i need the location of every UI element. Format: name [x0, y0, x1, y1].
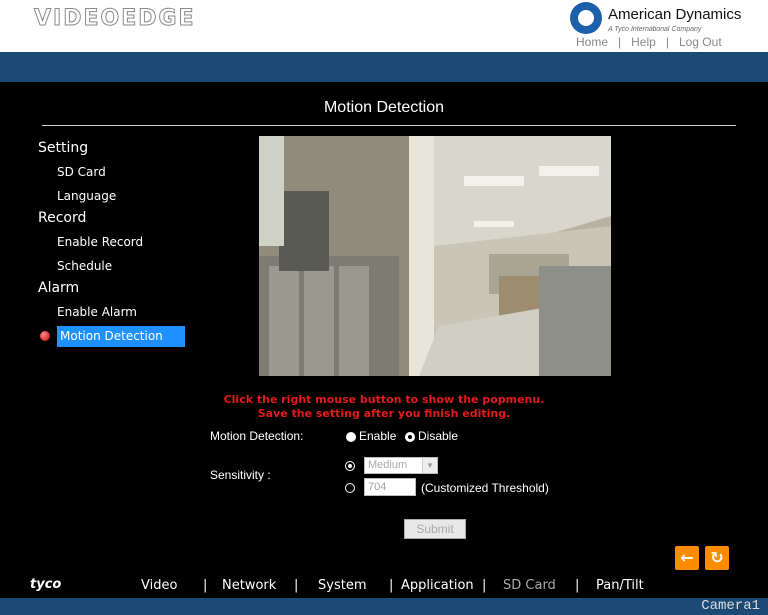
- threshold-input[interactable]: 704: [364, 478, 416, 496]
- sidebar-item-motion-detection[interactable]: Motion Detection: [57, 326, 185, 347]
- brand-subtitle: A Tyco International Company: [608, 26, 702, 33]
- enable-radio[interactable]: [346, 432, 356, 442]
- disable-radio[interactable]: [405, 432, 415, 442]
- bottom-nav: Video | Network | System | Application |…: [0, 578, 768, 598]
- status-bar: Camera1: [0, 598, 768, 615]
- logout-link[interactable]: Log Out: [679, 35, 722, 49]
- back-arrow-icon[interactable]: ←: [675, 546, 699, 570]
- videoedge-logo: VIDEOEDGE: [34, 6, 196, 32]
- sensitivity-select-value: Medium: [368, 459, 408, 471]
- submit-button[interactable]: Submit: [404, 519, 466, 539]
- sidebar-item-schedule[interactable]: Schedule: [57, 259, 112, 273]
- sidebar-heading-setting: Setting: [38, 140, 89, 156]
- nav-separator: |: [294, 578, 299, 593]
- sidebar-heading-alarm: Alarm: [38, 280, 80, 296]
- nav-pan-tilt[interactable]: Pan/Tilt: [596, 578, 644, 593]
- sensitivity-custom-radio[interactable]: [345, 483, 355, 493]
- nav-separator: |: [575, 578, 580, 593]
- page-title: Motion Detection: [323, 99, 445, 116]
- american-dynamics-logo-icon: [570, 2, 602, 34]
- nav-system[interactable]: System: [318, 578, 366, 593]
- sidebar-heading-record: Record: [38, 210, 87, 226]
- header: VIDEOEDGE American Dynamics A Tyco Inter…: [0, 0, 768, 52]
- nav-separator: |: [482, 578, 487, 593]
- sidebar-item-sd-card[interactable]: SD Card: [57, 165, 106, 179]
- nav-video[interactable]: Video: [141, 578, 177, 593]
- sidebar-item-language[interactable]: Language: [57, 189, 116, 203]
- enable-label: Enable: [359, 429, 397, 443]
- home-link[interactable]: Home: [576, 35, 608, 49]
- hint-line-1: Click the right mouse button to show the…: [223, 393, 545, 406]
- brand-name: American Dynamics: [608, 6, 742, 23]
- link-separator: |: [618, 35, 622, 49]
- camera-video-feed[interactable]: [259, 136, 611, 376]
- title-divider: [42, 125, 736, 126]
- disable-label: Disable: [418, 429, 459, 443]
- sensitivity-preset-radio[interactable]: [345, 461, 355, 471]
- motion-detection-label: Motion Detection:: [210, 429, 304, 443]
- nav-application[interactable]: Application: [401, 578, 474, 593]
- active-indicator-icon: [40, 331, 50, 341]
- sidebar-item-enable-record[interactable]: Enable Record: [57, 235, 143, 249]
- nav-network[interactable]: Network: [222, 578, 276, 593]
- brand-block: American Dynamics A Tyco International C…: [570, 2, 766, 34]
- sensitivity-select[interactable]: Medium ▼: [364, 457, 438, 474]
- chevron-down-icon: ▼: [422, 458, 437, 473]
- nav-sd-card[interactable]: SD Card: [503, 578, 556, 593]
- video-frame-image: [259, 136, 611, 376]
- top-links: Home | Help | Log Out: [576, 35, 722, 49]
- link-separator: |: [665, 35, 669, 49]
- help-link[interactable]: Help: [631, 35, 656, 49]
- hint-line-2: Save the setting after you finish editin…: [257, 407, 511, 420]
- threshold-label: (Customized Threshold): [421, 481, 549, 495]
- header-band: [0, 52, 768, 82]
- camera-label: Camera1: [701, 598, 760, 614]
- refresh-icon[interactable]: ↻: [705, 546, 729, 570]
- sidebar-item-enable-alarm[interactable]: Enable Alarm: [57, 305, 137, 319]
- nav-separator: |: [389, 578, 394, 593]
- nav-separator: |: [203, 578, 208, 593]
- sensitivity-label: Sensitivity :: [210, 468, 271, 482]
